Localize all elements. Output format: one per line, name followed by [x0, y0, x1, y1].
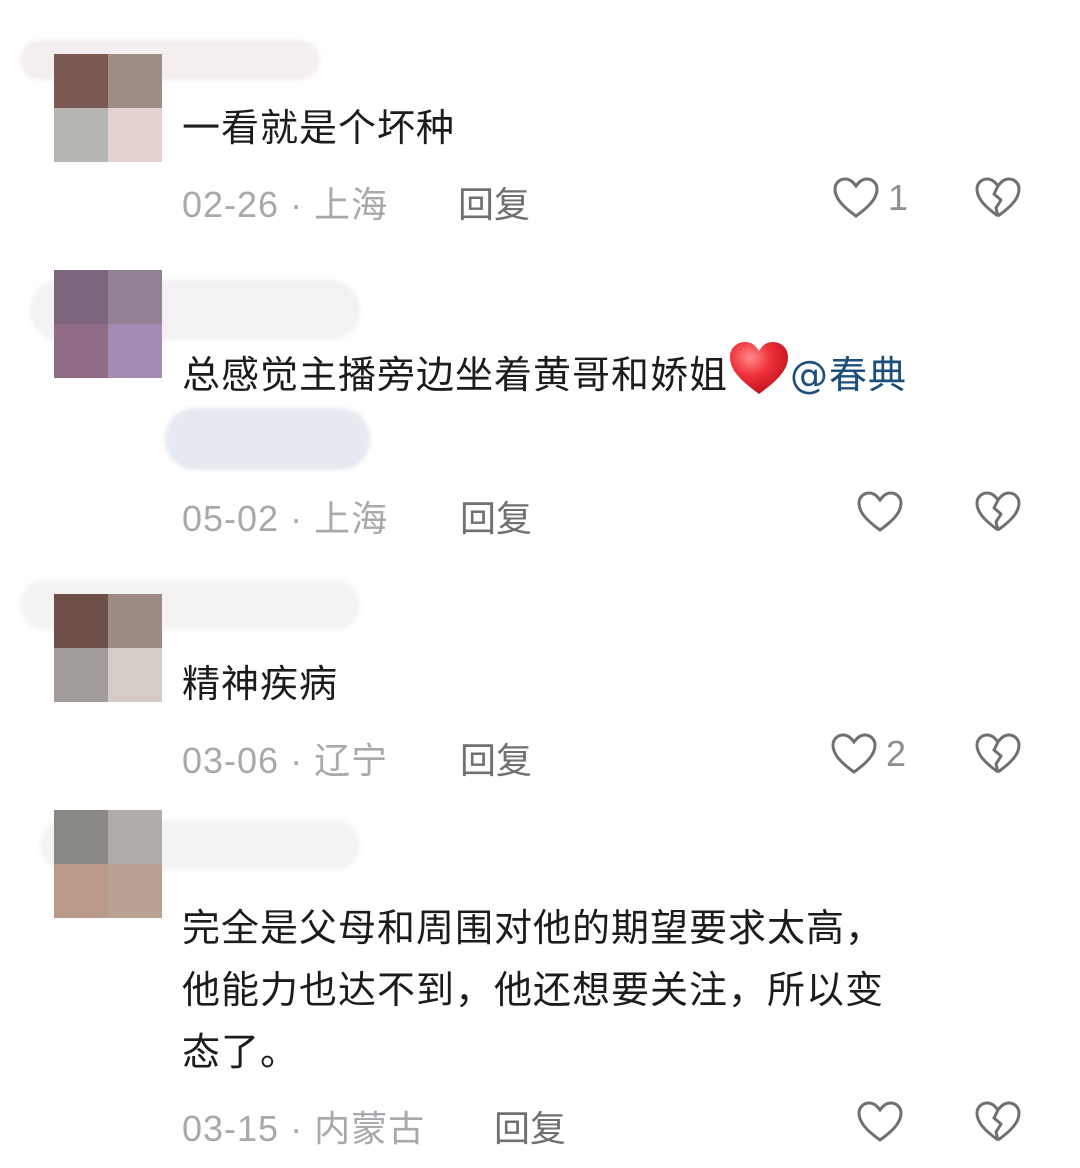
avatar-pixel [54, 648, 108, 702]
like-button[interactable] [856, 1100, 912, 1144]
avatar-pixel [54, 810, 108, 864]
like-button[interactable]: 1 [832, 176, 908, 220]
avatar-pixel [108, 864, 162, 918]
avatar-pixel [54, 108, 108, 162]
avatar-pixel [54, 270, 108, 324]
dislike-button[interactable] [974, 176, 1022, 224]
avatar-pixel [108, 810, 162, 864]
avatar[interactable] [54, 810, 162, 918]
reply-button[interactable]: 回复 [460, 732, 532, 784]
comment-text-line: 他能力也达不到，他还想要关注，所以变 [182, 968, 885, 1012]
avatar[interactable] [54, 270, 162, 378]
reply-button[interactable]: 回复 [460, 490, 532, 542]
broken-heart-icon [975, 1101, 1021, 1142]
comment-text-line: 态了。 [182, 1030, 300, 1074]
avatar[interactable] [54, 594, 162, 702]
broken-heart-icon [975, 733, 1021, 774]
avatar-pixel [108, 108, 162, 162]
like-count: 2 [886, 733, 907, 774]
avatar[interactable] [54, 54, 162, 162]
avatar-pixel [54, 594, 108, 648]
avatar-pixel [54, 864, 108, 918]
mention-link[interactable]: @春典 [790, 353, 907, 397]
avatar-pixel [108, 270, 162, 324]
avatar-pixel [108, 594, 162, 648]
red-heart-emoji-icon [730, 342, 789, 394]
avatar-pixel [54, 324, 108, 378]
comment-text: 一看就是个坏种 [182, 106, 456, 150]
dislike-button[interactable] [974, 732, 1022, 780]
avatar-pixel [108, 648, 162, 702]
avatar-pixel [54, 54, 108, 108]
heart-outline-icon [831, 733, 877, 774]
comment-date-location: 05-02 · 上海 [182, 498, 389, 539]
avatar-pixel [108, 54, 162, 108]
like-button[interactable]: 2 [830, 732, 906, 776]
comment-date-location: 03-15 · 内蒙古 [182, 1108, 426, 1149]
heart-outline-icon [857, 1101, 903, 1142]
comment-text-line: 完全是父母和周围对他的期望要求太高， [182, 906, 885, 950]
avatar-pixel [108, 324, 162, 378]
heart-outline-icon [857, 491, 903, 532]
blurred-image [165, 408, 370, 470]
like-button[interactable] [856, 490, 912, 534]
comment-date-location: 02-26 · 上海 [182, 184, 389, 225]
comment-text: 总感觉主播旁边坐着黄哥和娇姐 @春典 [182, 340, 907, 405]
like-count: 1 [888, 177, 909, 218]
reply-button[interactable]: 回复 [494, 1100, 566, 1152]
dislike-button[interactable] [974, 1100, 1022, 1148]
comment-text: 精神疾病 [182, 662, 339, 706]
broken-heart-icon [975, 491, 1021, 532]
comment-text-body: 总感觉主播旁边坐着黄哥和娇姐 [182, 353, 729, 397]
reply-button[interactable]: 回复 [458, 176, 530, 228]
broken-heart-icon [975, 177, 1021, 218]
heart-outline-icon [833, 177, 879, 218]
comment-date-location: 03-06 · 辽宁 [182, 740, 389, 781]
dislike-button[interactable] [974, 490, 1022, 538]
